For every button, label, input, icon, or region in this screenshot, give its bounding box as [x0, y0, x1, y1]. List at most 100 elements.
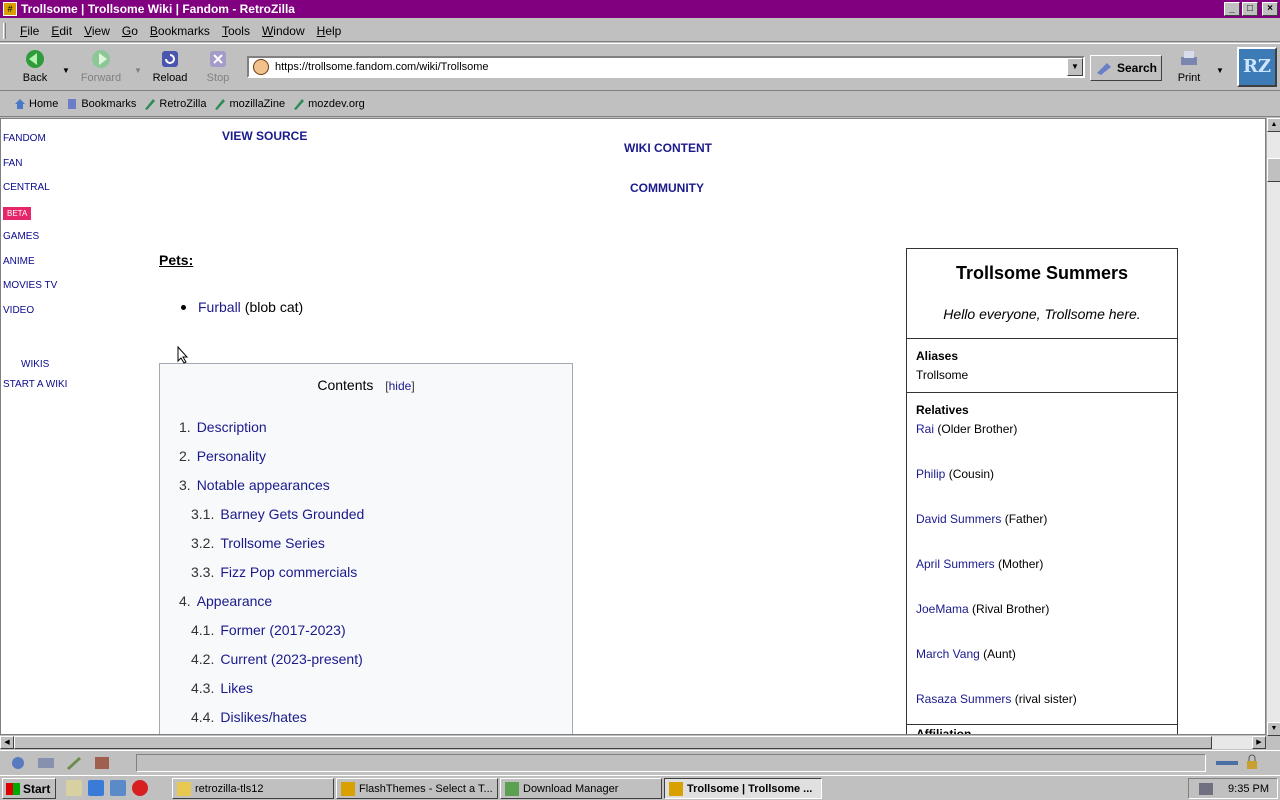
toc-item[interactable]: 3.3. Fizz Pop commercials — [160, 564, 572, 593]
security-lock-icon[interactable] — [1245, 754, 1259, 770]
maximize-button[interactable]: □ — [1242, 2, 1258, 16]
back-button[interactable]: Back — [10, 48, 60, 84]
bookmark-retrozilla[interactable]: RetroZilla — [144, 98, 206, 110]
toc-item-number: 3.1. — [191, 506, 215, 522]
forward-button[interactable]: Forward — [76, 48, 126, 84]
toc-item[interactable]: 4. Appearance — [160, 593, 572, 622]
scroll-left-icon[interactable]: ◀ — [0, 736, 14, 749]
task-trollsome[interactable]: Trollsome | Trollsome ... — [664, 778, 822, 799]
show-desktop-icon[interactable] — [66, 780, 82, 796]
relative-name-link[interactable]: Rai — [916, 422, 934, 436]
explorer-icon[interactable] — [110, 780, 126, 796]
toc-item-link[interactable]: Personality — [197, 448, 266, 464]
url-bar[interactable]: https://trollsome.fandom.com/wiki/Trolls… — [247, 56, 1085, 78]
scroll-right-icon[interactable]: ▶ — [1252, 736, 1266, 749]
toc-item-link[interactable]: Notable appearances — [197, 477, 330, 493]
sidenav-fandom[interactable]: FANDOM — [3, 133, 83, 158]
online-status-icon[interactable] — [1214, 755, 1240, 771]
menu-edit[interactable]: Edit — [45, 24, 78, 38]
minimize-button[interactable]: _ — [1224, 2, 1240, 16]
community-link[interactable]: COMMUNITY — [630, 181, 704, 195]
wiki-content-link[interactable]: WIKI CONTENT — [624, 141, 712, 155]
menu-tools[interactable]: Tools — [216, 24, 256, 38]
sidenav-fan[interactable]: FAN — [3, 158, 83, 183]
sidenav-central[interactable]: CENTRAL — [3, 182, 83, 207]
toc-item-link[interactable]: Former (2017-2023) — [220, 622, 345, 638]
menu-file[interactable]: File — [14, 24, 45, 38]
sidenav-anime[interactable]: ANIME — [3, 256, 83, 281]
bookmark-mozillazine[interactable]: mozillaZine — [214, 98, 285, 110]
menu-bookmarks[interactable]: Bookmarks — [144, 24, 216, 38]
menu-go[interactable]: Go — [116, 24, 144, 38]
toc-item[interactable]: 2. Personality — [160, 448, 572, 477]
home-link[interactable]: Home — [14, 98, 58, 110]
toc-item-link[interactable]: Description — [197, 419, 267, 435]
scroll-down-icon[interactable]: ▼ — [1267, 722, 1280, 736]
url-text[interactable]: https://trollsome.fandom.com/wiki/Trolls… — [275, 61, 489, 73]
start-button[interactable]: Start — [2, 778, 56, 799]
sidenav-wikis[interactable]: WIKIS — [3, 359, 83, 379]
print-button[interactable]: Print — [1164, 48, 1214, 84]
addressbook-icon[interactable] — [92, 755, 112, 771]
toc-item-link[interactable]: Barney Gets Grounded — [220, 506, 364, 522]
url-dropdown-icon[interactable]: ▼ — [1067, 58, 1083, 76]
sidenav-movies-tv[interactable]: MOVIES TV — [3, 280, 83, 305]
toc-item-link[interactable]: Trollsome Series — [220, 535, 325, 551]
stop-button[interactable]: Stop — [193, 48, 243, 84]
relative-name-link[interactable]: Rasaza Summers — [916, 692, 1011, 706]
print-dropdown-icon[interactable]: ▼ — [1216, 66, 1224, 75]
relative-name-link[interactable]: JoeMama — [916, 602, 969, 616]
relative-name-link[interactable]: David Summers — [916, 512, 1001, 526]
task-download-manager[interactable]: Download Manager — [500, 778, 662, 799]
furball-link[interactable]: Furball — [198, 299, 241, 315]
bookmarks-menu[interactable]: Bookmarks — [66, 98, 136, 110]
tray-app-icon[interactable] — [1198, 782, 1214, 796]
back-dropdown-icon[interactable]: ▼ — [62, 66, 70, 75]
bookmark-mozdev[interactable]: mozdev.org — [293, 98, 365, 110]
relative-name-link[interactable]: April Summers — [916, 557, 995, 571]
menu-view[interactable]: View — [78, 24, 116, 38]
relative-name-link[interactable]: Philip — [916, 467, 945, 481]
scroll-up-icon[interactable]: ▲ — [1267, 118, 1280, 132]
view-source-link[interactable]: VIEW SOURCE — [222, 129, 307, 143]
sidenav-start-a-wiki[interactable]: START A WIKI — [3, 379, 83, 404]
vertical-scroll-thumb[interactable] — [1267, 158, 1280, 182]
toc-item[interactable]: 4.4. Dislikes/hates — [160, 709, 572, 734]
mail-icon[interactable] — [36, 755, 56, 771]
search-button[interactable]: Search — [1090, 55, 1162, 81]
vertical-scrollbar[interactable]: ▲ ▼ — [1266, 118, 1280, 736]
sidenav-games[interactable]: GAMES — [3, 231, 83, 256]
toc-item[interactable]: 3. Notable appearances — [160, 477, 572, 506]
toc-item-link[interactable]: Likes — [220, 680, 253, 696]
reload-button[interactable]: Reload — [145, 48, 195, 84]
composer-icon[interactable] — [64, 755, 84, 771]
toolbar-grip[interactable] — [3, 23, 6, 39]
toc-item[interactable]: 4.2. Current (2023-present) — [160, 651, 572, 680]
toc-item-link[interactable]: Dislikes/hates — [220, 709, 306, 725]
task-flashthemes[interactable]: FlashThemes - Select a T... — [336, 778, 498, 799]
toc-item[interactable]: 3.2. Trollsome Series — [160, 535, 572, 564]
toc-item-link[interactable]: Appearance — [197, 593, 273, 609]
opera-icon[interactable] — [132, 780, 148, 796]
toc-item[interactable]: 1. Description — [160, 419, 572, 448]
navigator-icon[interactable] — [8, 755, 28, 771]
task-retrozilla-tls12[interactable]: retrozilla-tls12 — [172, 778, 334, 799]
menu-window[interactable]: Window — [256, 24, 311, 38]
close-button[interactable]: × — [1262, 2, 1278, 16]
toc-hide-link[interactable]: hide — [389, 379, 412, 393]
internet-explorer-icon[interactable] — [88, 780, 104, 796]
forward-dropdown-icon[interactable]: ▼ — [134, 66, 142, 75]
menu-help[interactable]: Help — [311, 24, 348, 38]
toc-hide-toggle[interactable]: [hide] — [385, 379, 414, 393]
toc-item[interactable]: 4.1. Former (2017-2023) — [160, 622, 572, 651]
bookmark-label: mozillaZine — [229, 98, 286, 110]
horizontal-scrollbar[interactable]: ◀ ▶ — [0, 736, 1266, 749]
toc-item[interactable]: 4.3. Likes — [160, 680, 572, 709]
toc-item[interactable]: 3.1. Barney Gets Grounded — [160, 506, 572, 535]
toc-item-link[interactable]: Current (2023-present) — [220, 651, 362, 667]
toc-item-link[interactable]: Fizz Pop commercials — [220, 564, 357, 580]
relative-name-link[interactable]: March Vang — [916, 647, 980, 661]
clock[interactable]: 9:35 PM — [1228, 783, 1269, 795]
horizontal-scroll-thumb[interactable] — [14, 736, 1212, 749]
sidenav-video[interactable]: VIDEO — [3, 305, 83, 330]
